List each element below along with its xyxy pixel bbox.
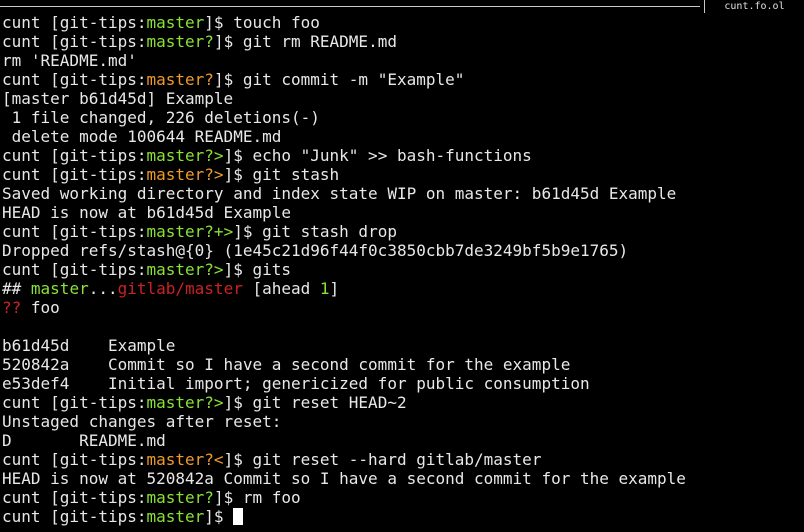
terminal-text-segment: b61d45d Example	[2, 336, 176, 355]
terminal-text-segment: cunt [git-tips:	[2, 165, 147, 184]
terminal-text-segment: cunt [git-tips:	[2, 507, 147, 526]
terminal-text-segment: HEAD is now at 520842a Commit so I have …	[2, 469, 686, 488]
terminal-text-segment: master?>	[146, 146, 224, 165]
terminal-text-segment: 1	[319, 279, 330, 298]
terminal-line: Unstaged changes after reset:	[2, 412, 802, 431]
window-titlebar[interactable]: cunt.fo.ol	[0, 0, 804, 13]
terminal-text-segment: [ahead	[242, 279, 320, 298]
terminal-text-segment: ]$ git stash	[223, 165, 340, 184]
terminal-line: 1 file changed, 226 deletions(-)	[2, 108, 802, 127]
terminal-line: cunt [git-tips:master?>]$ git stash	[2, 165, 802, 184]
terminal-text-segment: cunt [git-tips:	[2, 488, 147, 507]
terminal-text-segment: cunt [git-tips:	[2, 393, 147, 412]
terminal-line: D README.md	[2, 431, 802, 450]
terminal-line: cunt [git-tips:master?>]$ git reset HEAD…	[2, 393, 802, 412]
terminal-line: cunt [git-tips:master?+>]$ git stash dro…	[2, 222, 802, 241]
terminal-line: delete mode 100644 README.md	[2, 127, 802, 146]
terminal-text-segment: gitlab/master	[117, 279, 243, 298]
terminal-line: cunt [git-tips:master?<]$ git reset --ha…	[2, 450, 802, 469]
terminal-text-segment: ]$ git reset HEAD~2	[223, 393, 407, 412]
terminal-line: ## master...gitlab/master [ahead 1]	[2, 279, 802, 298]
terminal-line: cunt [git-tips:master?>]$ echo "Junk" >>…	[2, 146, 802, 165]
terminal-text-segment: [master b61d45d] Example	[2, 89, 234, 108]
terminal-text-segment: master?	[146, 70, 214, 89]
terminal-text-segment: delete mode 100644 README.md	[2, 127, 282, 146]
terminal-text-segment: 520842a Commit so I have a second commit…	[2, 355, 571, 374]
terminal-text-segment: e53def4 Initial import; genericized for …	[2, 374, 590, 393]
terminal-text-segment: master?>	[146, 393, 224, 412]
terminal-line: 520842a Commit so I have a second commit…	[2, 355, 802, 374]
terminal-line: ?? foo	[2, 298, 802, 317]
terminal-text-segment: HEAD is now at b61d45d Example	[2, 203, 291, 222]
terminal-text-segment: master	[146, 13, 205, 32]
terminal-text-segment: ...	[88, 279, 118, 298]
terminal-text-segment: ]$ git rm README.md	[213, 32, 397, 51]
terminal-text-segment: 1 file changed, 226 deletions(-)	[2, 108, 320, 127]
terminal-text-segment: foo	[21, 298, 60, 317]
terminal-line: e53def4 Initial import; genericized for …	[2, 374, 802, 393]
terminal-line: cunt [git-tips:master?>]$ gits	[2, 260, 802, 279]
terminal-line: cunt [git-tips:master]$ touch foo	[2, 13, 802, 32]
terminal-line: HEAD is now at b61d45d Example	[2, 203, 802, 222]
terminal-text-segment: Unstaged changes after reset:	[2, 412, 282, 431]
terminal-text-segment: ]$ git stash drop	[233, 222, 397, 241]
terminal-text-segment: rm 'README.md'	[2, 51, 137, 70]
terminal-text-segment: cunt [git-tips:	[2, 260, 147, 279]
terminal-text-segment: cunt [git-tips:	[2, 32, 147, 51]
terminal-text-segment: master?>	[146, 165, 224, 184]
terminal-text-segment: ##	[2, 279, 31, 298]
terminal-text-segment: D README.md	[2, 431, 166, 450]
terminal-text-segment: ]$ touch foo	[204, 13, 320, 32]
terminal-text-segment: ]$ gits	[223, 260, 291, 279]
terminal-text-segment: ]	[329, 279, 340, 298]
terminal-line: cunt [git-tips:master?]$ git rm README.m…	[2, 32, 802, 51]
terminal-text-segment: cunt [git-tips:	[2, 222, 147, 241]
terminal-text-segment: ??	[2, 298, 22, 317]
terminal-text-segment: master?<	[146, 450, 224, 469]
terminal-text-segment: ]$ rm foo	[213, 488, 301, 507]
terminal-line: [master b61d45d] Example	[2, 89, 802, 108]
terminal-text-segment: master?+>	[146, 222, 234, 241]
terminal-text-segment: Saved working directory and index state …	[2, 184, 677, 203]
terminal-line: rm 'README.md'	[2, 51, 802, 70]
terminal-line: cunt [git-tips:master?]$ rm foo	[2, 488, 802, 507]
terminal-text-segment: ]$ git reset --hard gitlab/master	[223, 450, 542, 469]
terminal-line: Saved working directory and index state …	[2, 184, 802, 203]
terminal-text-segment: master?>	[146, 260, 224, 279]
terminal-text-segment: cunt [git-tips:	[2, 450, 147, 469]
terminal-text-segment: Dropped refs/stash@{0} (1e45c21d96f44f0c…	[2, 241, 629, 260]
terminal-line: cunt [git-tips:master]$	[2, 507, 802, 526]
terminal-text-segment: ]$	[204, 507, 234, 526]
terminal-text-segment: ]$ echo "Junk" >> bash-functions	[223, 146, 532, 165]
terminal-text-segment: master	[30, 279, 89, 298]
terminal-text-segment: master	[146, 507, 205, 526]
terminal-output[interactable]: cunt [git-tips:master]$ touch foo cunt [g…	[2, 13, 802, 532]
terminal-line: cunt [git-tips:master?]$ git commit -m "…	[2, 70, 802, 89]
window-title: cunt.fo.ol	[704, 0, 804, 13]
titlebar-divider	[0, 6, 700, 7]
terminal-text-segment: master?	[146, 488, 214, 507]
terminal-text-segment: cunt [git-tips:	[2, 13, 147, 32]
terminal-line: b61d45d Example	[2, 336, 802, 355]
terminal-text-segment: ]$ git commit -m "Example"	[213, 70, 465, 89]
terminal-line: HEAD is now at 520842a Commit so I have …	[2, 469, 802, 488]
terminal-line: Dropped refs/stash@{0} (1e45c21d96f44f0c…	[2, 241, 802, 260]
terminal-text-segment: cunt [git-tips:	[2, 70, 147, 89]
terminal-text-segment: cunt [git-tips:	[2, 146, 147, 165]
terminal-cursor	[233, 508, 244, 525]
terminal-text-segment: master?	[146, 32, 214, 51]
